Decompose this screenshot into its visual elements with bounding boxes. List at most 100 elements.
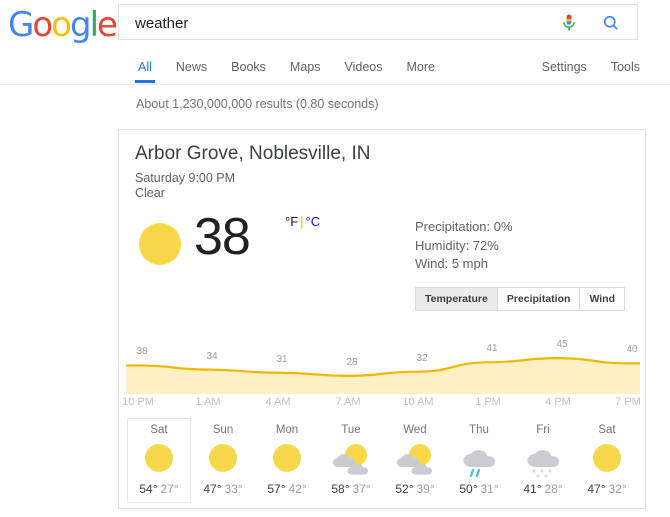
- chart-x-axis: 10 PM 1 AM 4 AM 7 AM 10 AM 1 PM 4 PM 7 PM: [122, 396, 641, 412]
- forecast-high: 58°: [331, 482, 350, 496]
- sun-icon: [128, 438, 190, 478]
- forecast-day-sun-1[interactable]: Sun 47° 33°: [191, 418, 255, 503]
- forecast-high: 47°: [203, 482, 222, 496]
- precipitation-detail: Precipitation: 0%: [415, 219, 513, 234]
- chart-x-tick-label: 10 PM: [122, 396, 154, 408]
- current-temperature: 38: [194, 208, 251, 266]
- chart-x-tick-label: 1 PM: [475, 396, 501, 408]
- chart-value-label: 40: [626, 344, 638, 356]
- tab-books[interactable]: Books: [219, 54, 278, 80]
- tab-all[interactable]: All: [126, 54, 164, 83]
- forecast-day-label: Tue: [341, 424, 361, 436]
- forecast-high: 50°: [459, 482, 478, 496]
- forecast-day-temps: 50° 31°: [448, 482, 510, 496]
- nav-tabs: All News Books Maps Videos More: [126, 54, 447, 83]
- result-stats: About 1,230,000,000 results (0.80 second…: [136, 97, 379, 111]
- chart-value-label: 28: [346, 356, 358, 368]
- hourly-temperature-chart: 38 34 31 28 32 41 45 40: [126, 332, 640, 394]
- sun-icon: [576, 438, 638, 478]
- tab-news[interactable]: News: [164, 54, 219, 80]
- chart-x-tick-label: 7 PM: [615, 396, 641, 408]
- weather-card: Arbor Grove, Noblesville, IN Saturday 9:…: [118, 129, 646, 509]
- mode-temperature-button[interactable]: Temperature: [416, 288, 498, 310]
- forecast-day-label: Wed: [403, 424, 427, 436]
- microphone-icon[interactable]: [559, 13, 579, 33]
- forecast-low: 31°: [480, 482, 499, 496]
- forecast-day-temps: 57° 42°: [256, 482, 318, 496]
- mode-wind-button[interactable]: Wind: [580, 288, 624, 310]
- tab-videos[interactable]: Videos: [333, 54, 395, 80]
- nav-utilities: Settings Tools: [530, 54, 652, 80]
- forecast-low: 33°: [224, 482, 243, 496]
- wind-detail: Wind: 5 mph: [415, 256, 488, 271]
- forecast-day-fri-6[interactable]: Fri 41° 28°: [511, 418, 575, 503]
- forecast-low: 37°: [352, 482, 371, 496]
- daily-forecast-row: Sat 54° 27° Sun 47° 33° Mon 57° 42° Tue 58° 37° Wed 5…: [127, 418, 639, 503]
- forecast-day-temps: 52° 39°: [384, 482, 446, 496]
- google-search-results-page: Google All News Books: [0, 0, 670, 517]
- snow-icon: [512, 438, 574, 478]
- forecast-high: 57°: [267, 482, 286, 496]
- forecast-low: 28°: [544, 482, 563, 496]
- partly-cloudy-icon: [384, 438, 446, 478]
- unit-celsius-button[interactable]: °C: [306, 214, 321, 229]
- chart-value-label: 41: [486, 343, 498, 355]
- forecast-day-thu-5[interactable]: Thu 50° 31°: [447, 418, 511, 503]
- tab-more[interactable]: More: [395, 54, 447, 80]
- tools-button[interactable]: Tools: [599, 54, 652, 80]
- chart-value-label: 38: [136, 346, 148, 358]
- settings-button[interactable]: Settings: [530, 54, 599, 80]
- chart-x-tick-label: 4 AM: [265, 396, 291, 408]
- forecast-low: 32°: [608, 482, 627, 496]
- chart-value-label: 34: [206, 350, 218, 362]
- forecast-day-label: Mon: [275, 424, 299, 436]
- google-logo[interactable]: Google: [8, 6, 118, 44]
- forecast-day-tue-3[interactable]: Tue 58° 37°: [319, 418, 383, 503]
- chart-point-labels: 38 34 31 28 32 41 45 40: [126, 332, 640, 372]
- weather-location: Arbor Grove, Noblesville, IN: [135, 143, 371, 164]
- chart-x-tick-label: 7 AM: [335, 396, 361, 408]
- chart-x-tick-label: 1 AM: [195, 396, 221, 408]
- mode-precipitation-button[interactable]: Precipitation: [498, 288, 581, 310]
- chart-value-label: 45: [556, 339, 568, 351]
- chart-x-tick-label: 4 PM: [545, 396, 571, 408]
- forecast-day-sat-0[interactable]: Sat 54° 27°: [127, 418, 191, 503]
- forecast-day-label: Sat: [598, 424, 616, 436]
- search-submit-icon[interactable]: [601, 13, 621, 33]
- unit-fahrenheit-button[interactable]: °F: [285, 214, 298, 229]
- forecast-day-label: Thu: [469, 424, 489, 436]
- forecast-day-sat-7[interactable]: Sat 47° 32°: [575, 418, 639, 503]
- humidity-detail: Humidity: 72%: [415, 237, 499, 253]
- search-box[interactable]: [118, 4, 638, 41]
- forecast-high: 41°: [523, 482, 542, 496]
- forecast-low: 42°: [288, 482, 307, 496]
- forecast-day-temps: 47° 33°: [192, 482, 254, 496]
- forecast-low: 27°: [160, 482, 179, 496]
- unit-toggle[interactable]: °F | °C: [285, 214, 320, 230]
- search-input[interactable]: [133, 5, 567, 41]
- forecast-day-label: Sat: [150, 424, 168, 436]
- partly-cloudy-icon: [320, 438, 382, 478]
- tab-maps[interactable]: Maps: [278, 54, 333, 80]
- weather-details: Precipitation: 0% Humidity: 72% Wind: 5 …: [415, 218, 513, 274]
- chart-value-label: 32: [416, 352, 428, 364]
- weather-datetime: Saturday 9:00 PM: [135, 171, 236, 185]
- chart-value-label: 31: [276, 353, 288, 365]
- forecast-day-wed-4[interactable]: Wed 52° 39°: [383, 418, 447, 503]
- forecast-day-label: Fri: [536, 424, 550, 436]
- sun-icon: [256, 438, 318, 478]
- forecast-day-temps: 58° 37°: [320, 482, 382, 496]
- sun-icon: [139, 223, 181, 265]
- sun-icon: [192, 438, 254, 478]
- forecast-day-temps: 41° 28°: [512, 482, 574, 496]
- forecast-day-mon-2[interactable]: Mon 57° 42°: [255, 418, 319, 503]
- forecast-high: 54°: [139, 482, 158, 496]
- forecast-high: 52°: [395, 482, 414, 496]
- forecast-day-temps: 54° 27°: [128, 482, 190, 496]
- forecast-day-temps: 47° 32°: [576, 482, 638, 496]
- page-header: Google: [0, 0, 670, 48]
- chart-mode-toggle[interactable]: Temperature Precipitation Wind: [415, 287, 626, 311]
- forecast-high: 47°: [587, 482, 606, 496]
- rain-icon: [448, 438, 510, 478]
- weather-condition: Clear: [135, 186, 165, 200]
